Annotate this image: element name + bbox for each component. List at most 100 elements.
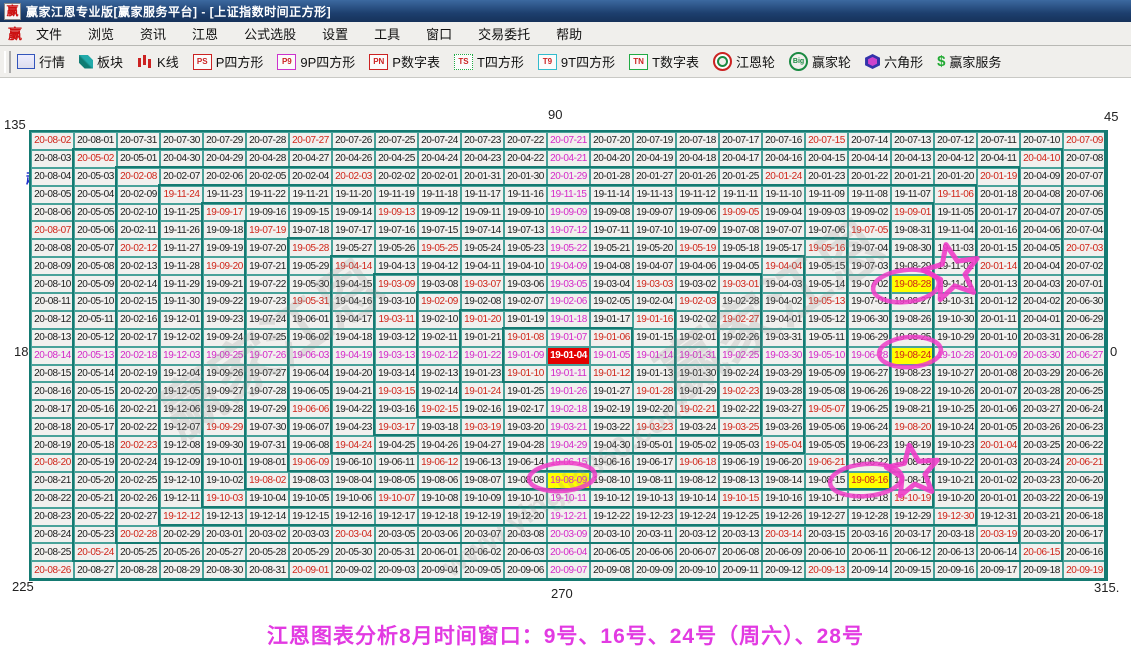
date-cell-20-08-16[interactable]: 20-08-16 xyxy=(31,382,74,400)
date-cell-20-09-11[interactable]: 20-09-11 xyxy=(719,561,762,579)
date-cell-19-11-26[interactable]: 19-11-26 xyxy=(160,221,203,239)
date-cell-19-07-25[interactable]: 19-07-25 xyxy=(246,329,289,347)
date-cell-20-04-08[interactable]: 20-04-08 xyxy=(1020,186,1063,204)
date-cell-19-07-30[interactable]: 19-07-30 xyxy=(246,418,289,436)
menu-item-window[interactable]: 窗口 xyxy=(426,24,452,43)
date-cell-19-06-27[interactable]: 19-06-27 xyxy=(848,365,891,383)
date-cell-19-12-02[interactable]: 19-12-02 xyxy=(160,329,203,347)
date-cell-20-05-16[interactable]: 20-05-16 xyxy=(74,400,117,418)
date-cell-19-03-17[interactable]: 19-03-17 xyxy=(375,418,418,436)
toolbar-p-square-button[interactable]: PS P四方形 xyxy=(193,52,264,71)
date-cell-19-01-19[interactable]: 19-01-19 xyxy=(504,311,547,329)
date-cell-20-05-17[interactable]: 20-05-17 xyxy=(74,418,117,436)
date-cell-19-02-02[interactable]: 19-02-02 xyxy=(676,311,719,329)
date-cell-19-09-07[interactable]: 19-09-07 xyxy=(633,204,676,222)
date-cell-19-03-26[interactable]: 19-03-26 xyxy=(762,418,805,436)
date-cell-19-10-17[interactable]: 19-10-17 xyxy=(805,490,848,508)
date-cell-19-08-24[interactable]: 19-08-24 xyxy=(891,347,934,365)
date-cell-19-09-23[interactable]: 19-09-23 xyxy=(203,311,246,329)
date-cell-19-08-14[interactable]: 19-08-14 xyxy=(762,472,805,490)
date-cell-19-10-11[interactable]: 19-10-11 xyxy=(547,490,590,508)
date-cell-19-03-09[interactable]: 19-03-09 xyxy=(375,275,418,293)
date-cell-20-06-22[interactable]: 20-06-22 xyxy=(1063,436,1106,454)
date-cell-19-12-25[interactable]: 19-12-25 xyxy=(719,508,762,526)
date-cell-19-03-10[interactable]: 19-03-10 xyxy=(375,293,418,311)
date-cell-19-10-18[interactable]: 19-10-18 xyxy=(848,490,891,508)
date-cell-19-05-07[interactable]: 19-05-07 xyxy=(805,400,848,418)
date-cell-19-10-08[interactable]: 19-10-08 xyxy=(418,490,461,508)
date-cell-20-02-07[interactable]: 20-02-07 xyxy=(160,168,203,186)
date-cell-19-08-03[interactable]: 19-08-03 xyxy=(289,472,332,490)
date-cell-20-06-13[interactable]: 20-06-13 xyxy=(934,543,977,561)
date-cell-19-02-20[interactable]: 19-02-20 xyxy=(633,400,676,418)
toolbar-gann-wheel-button[interactable]: 江恩轮 xyxy=(713,52,775,71)
date-cell-19-09-02[interactable]: 19-09-02 xyxy=(848,204,891,222)
date-cell-19-12-23[interactable]: 19-12-23 xyxy=(633,508,676,526)
date-cell-20-09-19[interactable]: 20-09-19 xyxy=(1063,561,1106,579)
date-cell-20-04-29[interactable]: 20-04-29 xyxy=(203,150,246,168)
date-cell-19-05-22[interactable]: 19-05-22 xyxy=(547,239,590,257)
date-cell-19-12-16[interactable]: 19-12-16 xyxy=(332,508,375,526)
date-cell-20-08-07[interactable]: 20-08-07 xyxy=(31,221,74,239)
date-cell-19-11-13[interactable]: 19-11-13 xyxy=(633,186,676,204)
date-cell-20-09-07[interactable]: 20-09-07 xyxy=(547,561,590,579)
date-cell-20-02-25[interactable]: 20-02-25 xyxy=(117,472,160,490)
date-cell-19-09-13[interactable]: 19-09-13 xyxy=(375,204,418,222)
date-cell-20-02-12[interactable]: 20-02-12 xyxy=(117,239,160,257)
date-cell-20-01-30[interactable]: 20-01-30 xyxy=(504,168,547,186)
date-cell-20-04-27[interactable]: 20-04-27 xyxy=(289,150,332,168)
date-cell-20-08-31[interactable]: 20-08-31 xyxy=(246,561,289,579)
date-cell-20-05-09[interactable]: 20-05-09 xyxy=(74,275,117,293)
date-cell-19-05-14[interactable]: 19-05-14 xyxy=(805,275,848,293)
date-cell-19-03-28[interactable]: 19-03-28 xyxy=(762,382,805,400)
date-cell-19-07-01[interactable]: 19-07-01 xyxy=(848,293,891,311)
date-cell-20-07-14[interactable]: 20-07-14 xyxy=(848,132,891,150)
date-cell-19-10-20[interactable]: 19-10-20 xyxy=(934,490,977,508)
date-cell-19-09-11[interactable]: 19-09-11 xyxy=(461,204,504,222)
date-cell-19-11-17[interactable]: 19-11-17 xyxy=(461,186,504,204)
date-cell-19-11-20[interactable]: 19-11-20 xyxy=(332,186,375,204)
date-cell-19-09-27[interactable]: 19-09-27 xyxy=(203,382,246,400)
date-cell-19-06-24[interactable]: 19-06-24 xyxy=(848,418,891,436)
date-cell-19-07-04[interactable]: 19-07-04 xyxy=(848,239,891,257)
date-cell-20-04-19[interactable]: 20-04-19 xyxy=(633,150,676,168)
date-cell-19-02-27[interactable]: 19-02-27 xyxy=(719,311,762,329)
date-cell-19-09-17[interactable]: 19-09-17 xyxy=(203,204,246,222)
date-cell-20-06-12[interactable]: 20-06-12 xyxy=(891,543,934,561)
date-cell-20-01-12[interactable]: 20-01-12 xyxy=(977,293,1020,311)
date-cell-20-03-15[interactable]: 20-03-15 xyxy=(805,526,848,544)
date-cell-19-05-06[interactable]: 19-05-06 xyxy=(805,418,848,436)
date-cell-20-03-13[interactable]: 20-03-13 xyxy=(719,526,762,544)
date-cell-19-07-16[interactable]: 19-07-16 xyxy=(375,221,418,239)
date-cell-20-04-02[interactable]: 20-04-02 xyxy=(1020,293,1063,311)
date-cell-19-02-01[interactable]: 19-02-01 xyxy=(676,329,719,347)
date-cell-20-09-13[interactable]: 20-09-13 xyxy=(805,561,848,579)
date-cell-19-11-23[interactable]: 19-11-23 xyxy=(203,186,246,204)
date-cell-20-03-06[interactable]: 20-03-06 xyxy=(418,526,461,544)
date-cell-20-07-05[interactable]: 20-07-05 xyxy=(1063,204,1106,222)
date-cell-19-09-28[interactable]: 19-09-28 xyxy=(203,400,246,418)
date-cell-19-12-07[interactable]: 19-12-07 xyxy=(160,418,203,436)
date-cell-20-05-12[interactable]: 20-05-12 xyxy=(74,329,117,347)
date-cell-19-12-26[interactable]: 19-12-26 xyxy=(762,508,805,526)
date-cell-20-01-26[interactable]: 20-01-26 xyxy=(676,168,719,186)
date-cell-19-07-22[interactable]: 19-07-22 xyxy=(246,275,289,293)
date-cell-19-04-23[interactable]: 19-04-23 xyxy=(332,418,375,436)
date-cell-19-07-31[interactable]: 19-07-31 xyxy=(246,436,289,454)
date-cell-19-05-18[interactable]: 19-05-18 xyxy=(719,239,762,257)
date-cell-20-08-13[interactable]: 20-08-13 xyxy=(31,329,74,347)
date-cell-19-02-25[interactable]: 19-02-25 xyxy=(719,347,762,365)
date-cell-20-08-22[interactable]: 20-08-22 xyxy=(31,490,74,508)
date-cell-20-08-18[interactable]: 20-08-18 xyxy=(31,418,74,436)
date-cell-20-08-14[interactable]: 20-08-14 xyxy=(31,347,74,365)
date-cell-20-09-02[interactable]: 20-09-02 xyxy=(332,561,375,579)
date-cell-19-04-03[interactable]: 19-04-03 xyxy=(762,275,805,293)
date-cell-20-08-04[interactable]: 20-08-04 xyxy=(31,168,74,186)
date-cell-19-12-13[interactable]: 19-12-13 xyxy=(203,508,246,526)
date-cell-20-02-24[interactable]: 20-02-24 xyxy=(117,454,160,472)
date-cell-19-12-28[interactable]: 19-12-28 xyxy=(848,508,891,526)
date-cell-20-02-15[interactable]: 20-02-15 xyxy=(117,293,160,311)
date-cell-19-07-13[interactable]: 19-07-13 xyxy=(504,221,547,239)
date-cell-19-11-07[interactable]: 19-11-07 xyxy=(891,186,934,204)
date-cell-19-02-10[interactable]: 19-02-10 xyxy=(418,311,461,329)
